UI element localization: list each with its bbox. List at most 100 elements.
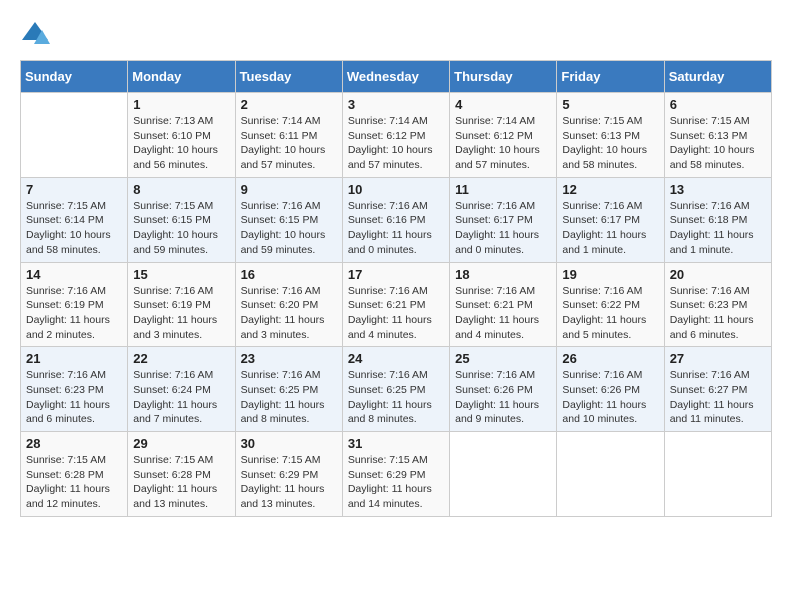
day-info: Sunrise: 7:15 AM Sunset: 6:29 PM Dayligh… (348, 453, 444, 512)
day-info: Sunrise: 7:16 AM Sunset: 6:21 PM Dayligh… (348, 284, 444, 343)
calendar-cell: 21 Sunrise: 7:16 AM Sunset: 6:23 PM Dayli… (21, 347, 128, 432)
day-number: 4 (455, 97, 551, 112)
logo-icon (20, 20, 50, 50)
day-number: 28 (26, 436, 122, 451)
header-thursday: Thursday (450, 61, 557, 93)
header-wednesday: Wednesday (342, 61, 449, 93)
calendar-cell: 18 Sunrise: 7:16 AM Sunset: 6:21 PM Dayli… (450, 262, 557, 347)
day-number: 29 (133, 436, 229, 451)
day-info: Sunrise: 7:16 AM Sunset: 6:18 PM Dayligh… (670, 199, 766, 258)
day-number: 3 (348, 97, 444, 112)
calendar-cell (450, 432, 557, 517)
day-info: Sunrise: 7:15 AM Sunset: 6:14 PM Dayligh… (26, 199, 122, 258)
day-number: 6 (670, 97, 766, 112)
calendar-cell: 22Sunrise: 7:16 AM Sunset: 6:24 PM Dayli… (128, 347, 235, 432)
calendar-header-row: SundayMondayTuesdayWednesdayThursdayFrid… (21, 61, 772, 93)
calendar-cell: 5Sunrise: 7:15 AM Sunset: 6:13 PM Daylig… (557, 93, 664, 178)
day-info: Sunrise: 7:16 AM Sunset: 6:26 PM Dayligh… (562, 368, 658, 427)
day-info: Sunrise: 7:15 AM Sunset: 6:28 PM Dayligh… (133, 453, 229, 512)
day-number: 23 (241, 351, 337, 366)
calendar-cell: 2 Sunrise: 7:14 AM Sunset: 6:11 PM Daylig… (235, 93, 342, 178)
day-number: 18 (455, 267, 551, 282)
day-info: Sunrise: 7:16 AM Sunset: 6:15 PM Dayligh… (241, 199, 337, 258)
calendar-cell: 15 Sunrise: 7:16 AM Sunset: 6:19 PM Dayli… (128, 262, 235, 347)
calendar-cell: 4 Sunrise: 7:14 AM Sunset: 6:12 PM Daylig… (450, 93, 557, 178)
calendar-cell: 14 Sunrise: 7:16 AM Sunset: 6:19 PM Dayli… (21, 262, 128, 347)
calendar-cell (21, 93, 128, 178)
day-info: Sunrise: 7:16 AM Sunset: 6:25 PM Dayligh… (241, 368, 337, 427)
calendar-table: SundayMondayTuesdayWednesdayThursdayFrid… (20, 60, 772, 517)
day-number: 27 (670, 351, 766, 366)
day-info: Sunrise: 7:16 AM Sunset: 6:23 PM Dayligh… (670, 284, 766, 343)
day-info: Sunrise: 7:15 AM Sunset: 6:13 PM Dayligh… (670, 114, 766, 173)
day-info: Sunrise: 7:16 AM Sunset: 6:26 PM Dayligh… (455, 368, 551, 427)
day-info: Sunrise: 7:15 AM Sunset: 6:28 PM Dayligh… (26, 453, 122, 512)
day-number: 19 (562, 267, 658, 282)
day-number: 13 (670, 182, 766, 197)
calendar-cell: 31 Sunrise: 7:15 AM Sunset: 6:29 PM Dayli… (342, 432, 449, 517)
calendar-week-4: 21 Sunrise: 7:16 AM Sunset: 6:23 PM Dayli… (21, 347, 772, 432)
calendar-week-5: 28 Sunrise: 7:15 AM Sunset: 6:28 PM Dayli… (21, 432, 772, 517)
calendar-cell: 30 Sunrise: 7:15 AM Sunset: 6:29 PM Dayli… (235, 432, 342, 517)
calendar-cell: 20 Sunrise: 7:16 AM Sunset: 6:23 PM Dayli… (664, 262, 771, 347)
day-info: Sunrise: 7:16 AM Sunset: 6:23 PM Dayligh… (26, 368, 122, 427)
day-number: 22 (133, 351, 229, 366)
header-friday: Friday (557, 61, 664, 93)
calendar-cell: 27 Sunrise: 7:16 AM Sunset: 6:27 PM Dayli… (664, 347, 771, 432)
calendar-cell (557, 432, 664, 517)
day-info: Sunrise: 7:16 AM Sunset: 6:19 PM Dayligh… (26, 284, 122, 343)
day-number: 14 (26, 267, 122, 282)
header-monday: Monday (128, 61, 235, 93)
calendar-cell: 29 Sunrise: 7:15 AM Sunset: 6:28 PM Dayli… (128, 432, 235, 517)
day-number: 20 (670, 267, 766, 282)
logo (20, 20, 54, 50)
day-number: 10 (348, 182, 444, 197)
page-header (20, 20, 772, 50)
calendar-cell: 13 Sunrise: 7:16 AM Sunset: 6:18 PM Dayli… (664, 177, 771, 262)
day-number: 17 (348, 267, 444, 282)
calendar-cell: 6 Sunrise: 7:15 AM Sunset: 6:13 PM Daylig… (664, 93, 771, 178)
day-number: 8 (133, 182, 229, 197)
calendar-cell: 10Sunrise: 7:16 AM Sunset: 6:16 PM Dayli… (342, 177, 449, 262)
day-info: Sunrise: 7:16 AM Sunset: 6:17 PM Dayligh… (562, 199, 658, 258)
day-number: 30 (241, 436, 337, 451)
day-number: 2 (241, 97, 337, 112)
calendar-week-1: 1Sunrise: 7:13 AM Sunset: 6:10 PM Daylig… (21, 93, 772, 178)
day-info: Sunrise: 7:14 AM Sunset: 6:12 PM Dayligh… (348, 114, 444, 173)
calendar-cell: 25 Sunrise: 7:16 AM Sunset: 6:26 PM Dayli… (450, 347, 557, 432)
day-info: Sunrise: 7:16 AM Sunset: 6:19 PM Dayligh… (133, 284, 229, 343)
calendar-cell: 23 Sunrise: 7:16 AM Sunset: 6:25 PM Dayli… (235, 347, 342, 432)
calendar-cell: 24Sunrise: 7:16 AM Sunset: 6:25 PM Dayli… (342, 347, 449, 432)
calendar-cell: 16Sunrise: 7:16 AM Sunset: 6:20 PM Dayli… (235, 262, 342, 347)
day-number: 21 (26, 351, 122, 366)
calendar-week-2: 7Sunrise: 7:15 AM Sunset: 6:14 PM Daylig… (21, 177, 772, 262)
day-info: Sunrise: 7:15 AM Sunset: 6:29 PM Dayligh… (241, 453, 337, 512)
calendar-cell: 8 Sunrise: 7:15 AM Sunset: 6:15 PM Daylig… (128, 177, 235, 262)
calendar-cell: 3 Sunrise: 7:14 AM Sunset: 6:12 PM Daylig… (342, 93, 449, 178)
day-info: Sunrise: 7:15 AM Sunset: 6:15 PM Dayligh… (133, 199, 229, 258)
day-number: 26 (562, 351, 658, 366)
day-info: Sunrise: 7:16 AM Sunset: 6:17 PM Dayligh… (455, 199, 551, 258)
day-number: 16 (241, 267, 337, 282)
day-info: Sunrise: 7:16 AM Sunset: 6:27 PM Dayligh… (670, 368, 766, 427)
header-tuesday: Tuesday (235, 61, 342, 93)
calendar-cell: 17 Sunrise: 7:16 AM Sunset: 6:21 PM Dayli… (342, 262, 449, 347)
calendar-cell: 9 Sunrise: 7:16 AM Sunset: 6:15 PM Daylig… (235, 177, 342, 262)
calendar-cell: 28 Sunrise: 7:15 AM Sunset: 6:28 PM Dayli… (21, 432, 128, 517)
day-number: 31 (348, 436, 444, 451)
day-number: 1 (133, 97, 229, 112)
calendar-cell (664, 432, 771, 517)
day-info: Sunrise: 7:15 AM Sunset: 6:13 PM Dayligh… (562, 114, 658, 173)
day-number: 11 (455, 182, 551, 197)
day-info: Sunrise: 7:16 AM Sunset: 6:21 PM Dayligh… (455, 284, 551, 343)
day-info: Sunrise: 7:14 AM Sunset: 6:11 PM Dayligh… (241, 114, 337, 173)
day-info: Sunrise: 7:16 AM Sunset: 6:22 PM Dayligh… (562, 284, 658, 343)
header-saturday: Saturday (664, 61, 771, 93)
day-info: Sunrise: 7:14 AM Sunset: 6:12 PM Dayligh… (455, 114, 551, 173)
day-number: 15 (133, 267, 229, 282)
calendar-cell: 19 Sunrise: 7:16 AM Sunset: 6:22 PM Dayli… (557, 262, 664, 347)
day-number: 9 (241, 182, 337, 197)
calendar-cell: 7Sunrise: 7:15 AM Sunset: 6:14 PM Daylig… (21, 177, 128, 262)
calendar-cell: 11 Sunrise: 7:16 AM Sunset: 6:17 PM Dayli… (450, 177, 557, 262)
day-number: 25 (455, 351, 551, 366)
